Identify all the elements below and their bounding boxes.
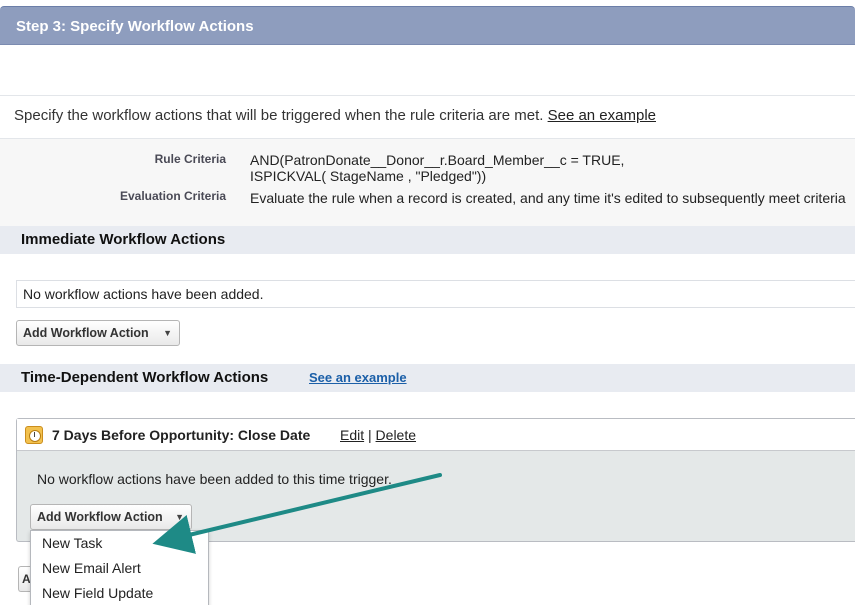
add-immediate-workflow-action-label: Add Workflow Action — [23, 326, 149, 340]
time-dependent-actions-section: Time-Dependent Workflow Actions See an e… — [0, 364, 855, 392]
add-time-trigger-workflow-action-label: Add Workflow Action — [37, 510, 163, 524]
chevron-down-icon: ▼ — [163, 328, 172, 338]
immediate-actions-section: Immediate Workflow Actions — [0, 226, 855, 254]
menu-item-new-email-alert[interactable]: New Email Alert — [31, 556, 208, 581]
time-dependent-see-example-link[interactable]: See an example — [309, 364, 407, 392]
menu-item-new-field-update[interactable]: New Field Update — [31, 581, 208, 605]
time-trigger-links: Edit | Delete — [340, 427, 416, 443]
time-trigger-header: 7 Days Before Opportunity: Close Date Ed… — [17, 419, 855, 451]
clock-icon — [25, 426, 43, 444]
intro-text: Specify the workflow actions that will b… — [14, 107, 656, 124]
time-trigger-empty-text: No workflow actions have been added to t… — [37, 471, 392, 487]
evaluation-criteria-label: Evaluation Criteria — [119, 189, 226, 203]
delete-link[interactable]: Delete — [376, 427, 416, 443]
chevron-down-icon: ▼ — [175, 512, 184, 522]
immediate-actions-title: Immediate Workflow Actions — [21, 231, 226, 248]
step-title: Step 3: Specify Workflow Actions — [16, 18, 254, 35]
time-trigger-title: 7 Days Before Opportunity: Close Date — [52, 427, 311, 443]
blank-band — [0, 46, 855, 96]
intro-description: Specify the workflow actions that will b… — [14, 107, 544, 124]
add-immediate-workflow-action-button[interactable]: Add Workflow Action ▼ — [16, 320, 180, 346]
time-dependent-actions-title: Time-Dependent Workflow Actions — [21, 369, 269, 386]
edit-link[interactable]: Edit — [340, 427, 364, 443]
rule-criteria-value: AND(PatronDonate__Donor__r.Board_Member_… — [250, 152, 624, 184]
criteria-block: Rule Criteria AND(PatronDonate__Donor__r… — [0, 138, 855, 226]
workflow-action-dropdown-menu: New Task New Email Alert New Field Updat… — [30, 530, 209, 605]
rule-criteria-line2: ISPICKVAL( StageName , "Pledged")) — [250, 168, 487, 184]
rule-criteria-label: Rule Criteria — [154, 152, 226, 166]
menu-item-new-task[interactable]: New Task — [31, 531, 208, 556]
add-time-trigger-workflow-action-button[interactable]: Add Workflow Action ▼ — [30, 504, 192, 530]
immediate-empty-message: No workflow actions have been added. — [16, 280, 855, 308]
intro-see-example-link[interactable]: See an example — [548, 107, 656, 124]
immediate-empty-text: No workflow actions have been added. — [23, 286, 264, 302]
evaluation-criteria-value: Evaluate the rule when a record is creat… — [250, 190, 846, 206]
rule-criteria-line1: AND(PatronDonate__Donor__r.Board_Member_… — [250, 152, 625, 168]
link-separator: | — [368, 427, 372, 443]
step-header: Step 3: Specify Workflow Actions — [0, 6, 855, 45]
